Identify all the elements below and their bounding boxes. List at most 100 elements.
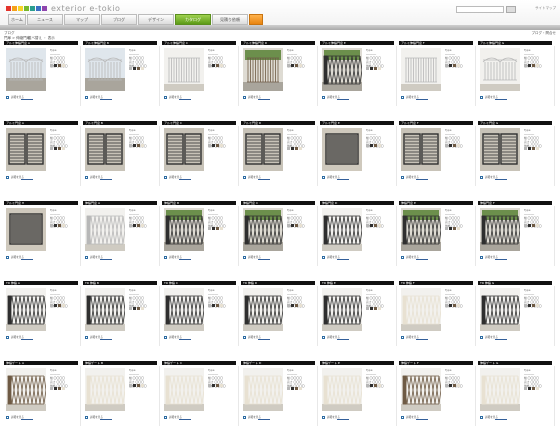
- product-title[interactable]: アルミ門扉 E: [320, 121, 394, 125]
- product-card[interactable]: 伸縮ゲート D Type ────── 幅 〇〇〇〇 高さ 〇〇〇 価格 〇〇〇〇…: [241, 361, 319, 435]
- gate-photo[interactable]: [164, 208, 204, 251]
- product-card[interactable]: 伸縮ゲート BType ────── 幅 〇〇〇〇 高さ 〇〇〇 価格 〇〇〇〇…: [83, 361, 161, 435]
- gate-photo[interactable]: [480, 208, 520, 251]
- nav-tab-2[interactable]: マップ: [64, 14, 100, 25]
- compare-checkbox[interactable]: [401, 336, 404, 339]
- product-card[interactable]: 伸縮門扉 AType ────── 幅 〇〇〇〇 高さ 〇〇〇 価格 〇〇〇〇詳…: [83, 201, 161, 275]
- gate-photo[interactable]: [480, 368, 520, 411]
- search-input[interactable]: [456, 6, 504, 13]
- product-title[interactable]: アルミ門扉 D: [241, 121, 315, 125]
- compare-checkbox[interactable]: [401, 416, 404, 419]
- gate-photo[interactable]: [480, 288, 520, 331]
- product-title[interactable]: 伸縮ゲート A: [4, 361, 78, 365]
- gate-photo[interactable]: [243, 128, 283, 171]
- product-title[interactable]: TR 伸縮 A: [4, 281, 78, 285]
- product-title[interactable]: TR 伸縮 E: [320, 281, 394, 285]
- product-title[interactable]: 伸縮ゲート D: [241, 361, 315, 365]
- product-card[interactable]: アルミ門扉 CType ────── 幅 〇〇〇〇 高さ 〇〇〇 価格 〇〇〇〇…: [162, 121, 240, 195]
- compare-checkbox[interactable]: [243, 176, 246, 179]
- product-card[interactable]: 伸縮門扉 CType ────── 幅 〇〇〇〇 高さ 〇〇〇 価格 〇〇〇〇詳…: [241, 201, 319, 275]
- compare-checkbox[interactable]: [164, 256, 167, 259]
- product-card[interactable]: アルミ門扉 D Type ────── 幅 〇〇〇〇 高さ 〇〇〇 価格 〇〇〇〇…: [241, 121, 319, 195]
- product-card[interactable]: TR 伸縮 B Type ────── 幅 〇〇〇〇 高さ 〇〇〇 価格 〇〇〇〇…: [83, 281, 161, 355]
- product-card[interactable]: アルミ門扉 G Type ────── 幅 〇〇〇〇 高さ 〇〇〇 価格 〇〇〇〇…: [478, 121, 556, 195]
- gate-photo[interactable]: [6, 288, 46, 331]
- compare-checkbox[interactable]: [322, 416, 325, 419]
- compare-checkbox[interactable]: [164, 176, 167, 179]
- gate-photo[interactable]: [6, 128, 46, 171]
- compare-checkbox[interactable]: [480, 336, 483, 339]
- product-card[interactable]: 伸縮門扉 FType ────── 幅 〇〇〇〇 高さ 〇〇〇 価格 〇〇〇〇詳…: [478, 201, 556, 275]
- nav-tab-4[interactable]: デザイン: [138, 14, 174, 25]
- product-card[interactable]: アルミ伸縮門扉 CType ────── 幅 〇〇〇〇 高さ 〇〇〇 価格 〇〇…: [162, 41, 240, 115]
- product-title[interactable]: 伸縮門扉 E: [399, 201, 473, 205]
- compare-checkbox[interactable]: [480, 96, 483, 99]
- compare-checkbox[interactable]: [401, 256, 404, 259]
- product-card[interactable]: アルミ伸縮門扉 E Type ────── 幅 〇〇〇〇 高さ 〇〇〇 価格 〇〇…: [320, 41, 398, 115]
- product-card[interactable]: TR 伸縮 GType ────── 幅 〇〇〇〇 高さ 〇〇〇 価格 〇〇〇〇…: [478, 281, 556, 355]
- compare-checkbox[interactable]: [322, 336, 325, 339]
- gate-photo[interactable]: [401, 128, 441, 171]
- product-card[interactable]: 伸縮門扉 E Type ────── 幅 〇〇〇〇 高さ 〇〇〇 価格 〇〇〇〇詳…: [399, 201, 477, 275]
- product-card[interactable]: アルミ伸縮門扉 FType ────── 幅 〇〇〇〇 高さ 〇〇〇 価格 〇〇…: [399, 41, 477, 115]
- product-title[interactable]: アルミ門扉 G: [478, 121, 552, 125]
- nav-tab-5[interactable]: カタログ: [175, 14, 211, 25]
- product-title[interactable]: アルミ門扉 H: [4, 201, 78, 205]
- compare-checkbox[interactable]: [85, 96, 88, 99]
- product-title[interactable]: アルミ伸縮門扉 E: [320, 41, 394, 45]
- gate-photo[interactable]: [243, 288, 283, 331]
- product-title[interactable]: 伸縮門扉 C: [241, 201, 315, 205]
- product-card[interactable]: 伸縮門扉 B Type ────── 幅 〇〇〇〇 高さ 〇〇〇 価格 〇〇〇〇詳…: [162, 201, 240, 275]
- compare-checkbox[interactable]: [322, 256, 325, 259]
- product-title[interactable]: アルミ伸縮門扉 G: [478, 41, 552, 45]
- product-card[interactable]: 伸縮ゲート EType ────── 幅 〇〇〇〇 高さ 〇〇〇 価格 〇〇〇〇…: [320, 361, 398, 435]
- compare-checkbox[interactable]: [480, 416, 483, 419]
- product-title[interactable]: 伸縮ゲート E: [320, 361, 394, 365]
- product-title[interactable]: 伸縮門扉 B: [162, 201, 236, 205]
- gate-photo[interactable]: [164, 48, 204, 91]
- product-title[interactable]: 伸縮ゲート B: [83, 361, 157, 365]
- compare-checkbox[interactable]: [401, 96, 404, 99]
- product-card[interactable]: アルミ門扉 FType ────── 幅 〇〇〇〇 高さ 〇〇〇 価格 〇〇〇〇…: [399, 121, 477, 195]
- home-icon[interactable]: ホーム: [8, 14, 26, 25]
- gate-photo[interactable]: [322, 48, 362, 91]
- compare-checkbox[interactable]: [85, 176, 88, 179]
- product-card[interactable]: TR 伸縮 E Type ────── 幅 〇〇〇〇 高さ 〇〇〇 価格 〇〇〇〇…: [320, 281, 398, 355]
- compare-checkbox[interactable]: [6, 416, 9, 419]
- site-logo[interactable]: exterior e-tokio: [6, 4, 120, 13]
- gate-photo[interactable]: [401, 48, 441, 91]
- gate-photo[interactable]: [6, 208, 46, 251]
- product-card[interactable]: アルミ門扉 EType ────── 幅 〇〇〇〇 高さ 〇〇〇 価格 〇〇〇〇…: [320, 121, 398, 195]
- compare-checkbox[interactable]: [480, 176, 483, 179]
- compare-checkbox[interactable]: [85, 336, 88, 339]
- compare-checkbox[interactable]: [243, 96, 246, 99]
- product-card[interactable]: 伸縮ゲート A Type ────── 幅 〇〇〇〇 高さ 〇〇〇 価格 〇〇〇〇…: [4, 361, 82, 435]
- gate-photo[interactable]: [322, 368, 362, 411]
- gate-photo[interactable]: [480, 128, 520, 171]
- product-title[interactable]: 伸縮ゲート G: [478, 361, 552, 365]
- product-title[interactable]: TR 伸縮 F: [399, 281, 473, 285]
- compare-checkbox[interactable]: [85, 256, 88, 259]
- product-title[interactable]: アルミ門扉 C: [162, 121, 236, 125]
- gate-photo[interactable]: [243, 368, 283, 411]
- product-title[interactable]: アルミ伸縮門扉 A: [4, 41, 78, 45]
- product-title[interactable]: アルミ伸縮門扉 B: [83, 41, 157, 45]
- search-button[interactable]: [506, 6, 516, 13]
- product-title[interactable]: アルミ伸縮門扉 C: [162, 41, 236, 45]
- product-card[interactable]: アルミ伸縮門扉 AType ────── 幅 〇〇〇〇 高さ 〇〇〇 価格 〇〇…: [4, 41, 82, 115]
- product-card[interactable]: アルミ門扉 A Type ────── 幅 〇〇〇〇 高さ 〇〇〇 価格 〇〇〇〇…: [4, 121, 82, 195]
- compare-checkbox[interactable]: [243, 256, 246, 259]
- util-link[interactable]: サイトマップ: [535, 6, 556, 11]
- product-title[interactable]: 伸縮ゲート F: [399, 361, 473, 365]
- gate-photo[interactable]: [322, 288, 362, 331]
- sub-nav-right[interactable]: ブログ・問合せ: [532, 31, 557, 36]
- product-card[interactable]: 伸縮ゲート FType ────── 幅 〇〇〇〇 高さ 〇〇〇 価格 〇〇〇〇…: [399, 361, 477, 435]
- gate-photo[interactable]: [164, 368, 204, 411]
- gate-photo[interactable]: [243, 208, 283, 251]
- compare-checkbox[interactable]: [164, 96, 167, 99]
- product-title[interactable]: 伸縮門扉 A: [83, 201, 157, 205]
- product-title[interactable]: アルミ門扉 B: [83, 121, 157, 125]
- gate-photo[interactable]: [85, 128, 125, 171]
- product-title[interactable]: アルミ伸縮門扉 F: [399, 41, 473, 45]
- compare-checkbox[interactable]: [6, 256, 9, 259]
